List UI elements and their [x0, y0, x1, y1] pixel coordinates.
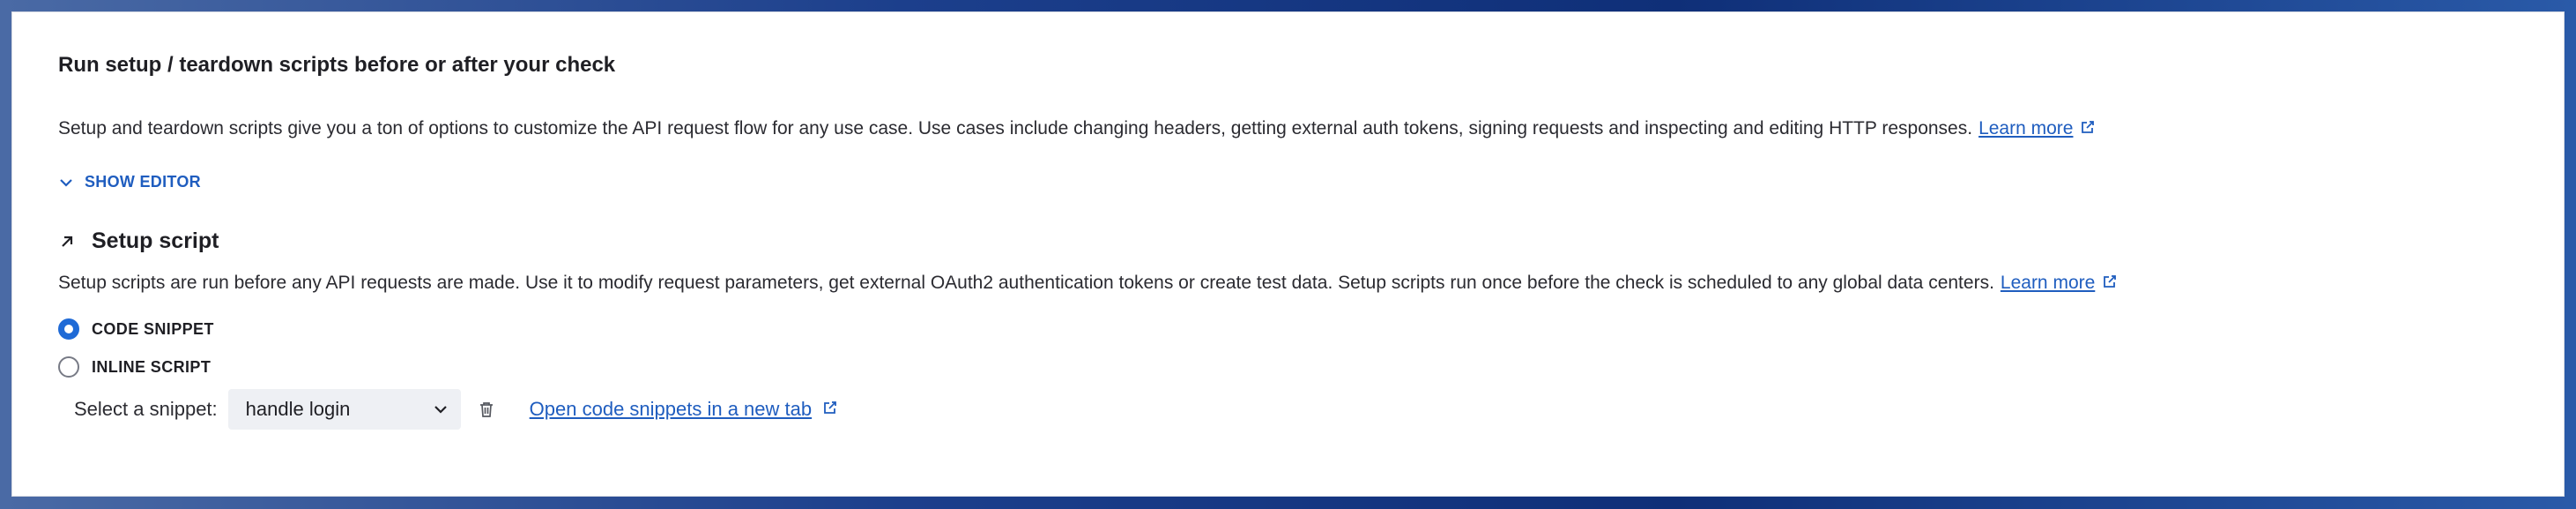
- external-link-icon: [2104, 275, 2117, 288]
- open-snippets-link[interactable]: Open code snippets in a new tab: [530, 398, 838, 421]
- arrow-up-right-icon: [62, 236, 73, 247]
- setup-script-heading: Setup script: [58, 228, 219, 254]
- snippet-select[interactable]: handle login: [227, 389, 461, 430]
- snippet-selector-row: Select a snippet: handle login Open code…: [74, 389, 838, 430]
- chevron-down-icon: [434, 406, 447, 414]
- external-link-icon: [2082, 121, 2095, 133]
- radio-button-unchecked[interactable]: [58, 356, 79, 378]
- radio-code-snippet-label: CODE SNIPPET: [92, 319, 214, 338]
- section-description-text: Setup and teardown scripts give you a to…: [58, 118, 1973, 138]
- setup-script-title: Setup script: [92, 228, 219, 253]
- setup-learn-more-link[interactable]: Learn more: [2001, 271, 2095, 296]
- section-title: Run setup / teardown scripts before or a…: [58, 53, 616, 77]
- show-editor-label: SHOW EDITOR: [85, 173, 201, 191]
- trash-icon[interactable]: [477, 400, 496, 419]
- radio-code-snippet[interactable]: CODE SNIPPET: [58, 318, 214, 340]
- open-snippets-link-text: Open code snippets in a new tab: [529, 398, 813, 420]
- section-description: Setup and teardown scripts give you a to…: [58, 116, 2096, 141]
- radio-inline-script-label: INLINE SCRIPT: [92, 357, 212, 376]
- radio-inline-script[interactable]: INLINE SCRIPT: [58, 356, 211, 378]
- setup-description: Setup scripts are run before any API req…: [58, 271, 2118, 296]
- learn-more-link[interactable]: Learn more: [1978, 116, 2073, 141]
- show-editor-toggle[interactable]: SHOW EDITOR: [58, 173, 201, 191]
- external-link-icon: [824, 401, 837, 414]
- setup-description-text: Setup scripts are run before any API req…: [58, 273, 1994, 293]
- radio-button-checked[interactable]: [58, 318, 79, 340]
- script-settings-panel: Run setup / teardown scripts before or a…: [11, 11, 2565, 497]
- chevron-down-icon: [60, 178, 72, 187]
- snippet-select-label: Select a snippet:: [74, 398, 218, 420]
- snippet-select-value: handle login: [245, 398, 351, 420]
